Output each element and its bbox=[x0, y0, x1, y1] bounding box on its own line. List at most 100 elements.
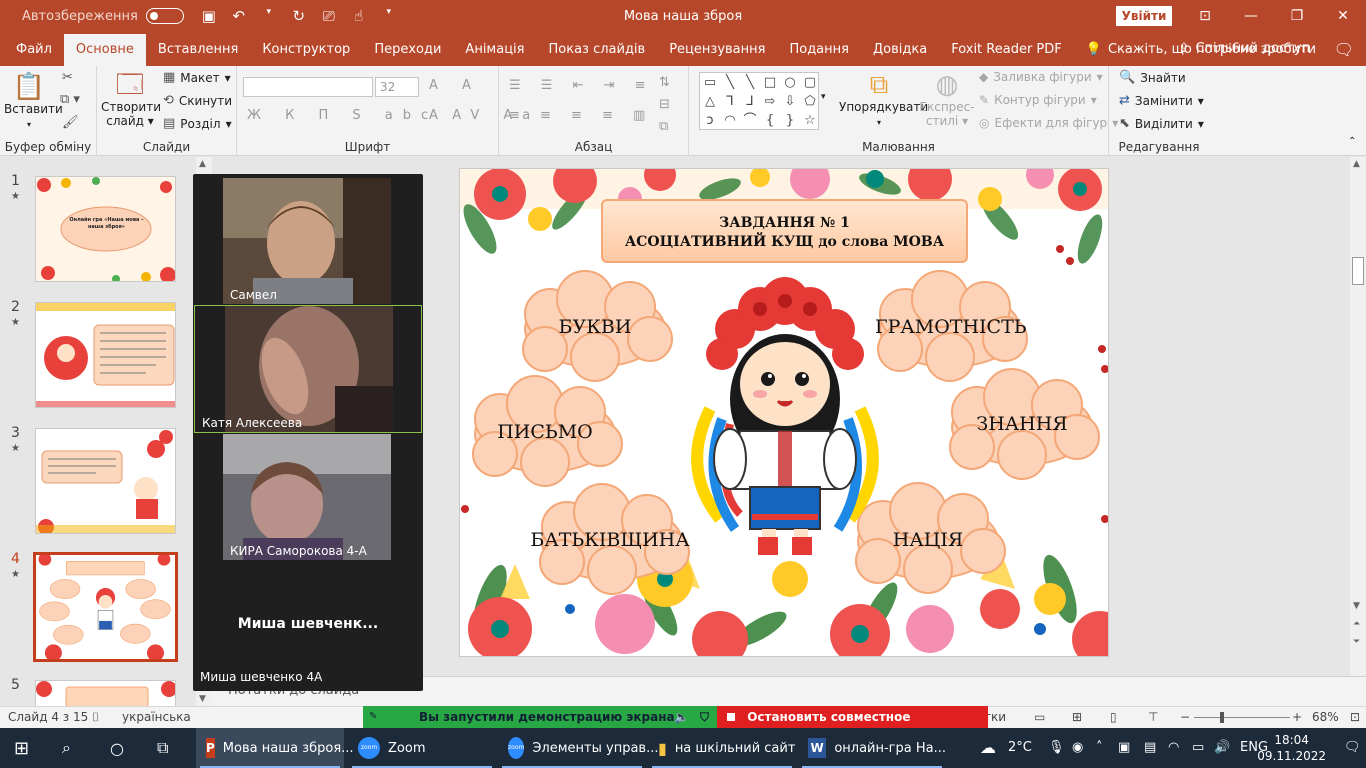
font-color-button[interactable]: A bbox=[429, 108, 448, 123]
previous-slide-icon[interactable]: ⏶ bbox=[1353, 619, 1360, 629]
slideshow-icon[interactable]: ⊤ bbox=[1148, 710, 1158, 724]
pentagon-shape-icon[interactable]: ⬠ bbox=[800, 92, 820, 111]
shapes-more-icon[interactable]: ▾ bbox=[821, 92, 826, 102]
scroll-up-icon[interactable]: ▲ bbox=[199, 159, 206, 169]
taskbar-powerpoint[interactable]: P Мова наша зброя... bbox=[196, 728, 354, 768]
arrow-right-shape-icon[interactable]: ⇨ bbox=[760, 92, 780, 111]
comments-icon[interactable]: 🗨 bbox=[1334, 40, 1354, 59]
wifi-icon[interactable]: ◠ bbox=[1168, 728, 1179, 768]
save-icon[interactable]: ▣ bbox=[200, 7, 218, 25]
brace-close-shape-icon[interactable]: } bbox=[780, 111, 800, 130]
zoom-out-icon[interactable]: − bbox=[1180, 710, 1190, 724]
format-buttons[interactable]: Ж К П S abc AV Aa bbox=[247, 108, 540, 123]
arrange-button[interactable]: ⧉ Упорядкувати ▾ bbox=[839, 70, 928, 130]
spellcheck-icon[interactable]: ⌷ bbox=[92, 710, 99, 725]
clock[interactable]: 18:04 09.11.2022 bbox=[1257, 732, 1326, 764]
weather-icon[interactable]: ☁ bbox=[980, 728, 996, 768]
slide-thumbnail-5[interactable] bbox=[35, 680, 176, 706]
font-name-combo[interactable] bbox=[243, 77, 373, 97]
touch-mode-icon[interactable]: ☝ bbox=[350, 7, 368, 25]
copy-icon[interactable]: ⧉ ▾ bbox=[60, 92, 80, 107]
slide-canvas[interactable]: ЗАВДАННЯ № 1 АСОЦІАТИВНИЙ КУЩ до слова М… bbox=[459, 168, 1109, 657]
triangle-shape-icon[interactable]: △ bbox=[700, 92, 720, 111]
volume-icon[interactable]: 🔊 bbox=[1214, 728, 1230, 768]
rounded-rect-shape-icon[interactable]: ▢ bbox=[800, 73, 820, 92]
close-icon[interactable]: ✕ bbox=[1320, 0, 1366, 32]
arc-shape-icon[interactable]: ◠ bbox=[720, 111, 740, 130]
freeform-shape-icon[interactable]: ↄ bbox=[700, 111, 720, 130]
zoom-level[interactable]: 68% bbox=[1312, 710, 1339, 724]
list-buttons[interactable]: ☰ ☰ ⇤ ⇥ ≡ bbox=[509, 78, 654, 93]
present-icon[interactable]: ⎚ bbox=[320, 7, 338, 25]
weather-temp[interactable]: 2°C bbox=[1008, 728, 1032, 768]
taskbar-explorer[interactable]: ▮ на шкільний сайт bbox=[648, 728, 796, 768]
tab-review[interactable]: Рецензування bbox=[657, 34, 777, 66]
layout-button[interactable]: ▦ Макет ▾ bbox=[163, 70, 231, 85]
quick-styles-button[interactable]: ◍ Експрес- стилі ▾ bbox=[917, 70, 977, 128]
star-shape-icon[interactable]: ☆ bbox=[800, 111, 820, 130]
oval-shape-icon[interactable]: ○ bbox=[780, 73, 800, 92]
find-button[interactable]: 🔍 Знайти bbox=[1119, 70, 1186, 85]
restore-icon[interactable]: ❐ bbox=[1274, 0, 1320, 32]
tab-design[interactable]: Конструктор bbox=[250, 34, 362, 66]
scroll-up-icon[interactable]: ▲ bbox=[1353, 159, 1360, 169]
customize-qat-icon[interactable]: ▾ bbox=[380, 7, 398, 25]
tab-insert[interactable]: Вставлення bbox=[146, 34, 250, 66]
curve-shape-icon[interactable]: ⌒ bbox=[740, 111, 760, 130]
battery-icon[interactable]: ▭ bbox=[1192, 728, 1204, 768]
fit-slide-icon[interactable]: ⊡ bbox=[1350, 710, 1360, 724]
slide-scrollbar[interactable]: ▲ ▼ ⏶ ⏷ bbox=[1350, 157, 1366, 676]
reset-button[interactable]: ⟲ Скинути bbox=[163, 93, 232, 108]
microphone-icon[interactable]: 🎙 bbox=[1048, 728, 1065, 768]
redo-icon[interactable]: ↻ bbox=[290, 7, 308, 25]
line2-shape-icon[interactable]: ╲ bbox=[740, 73, 760, 92]
participant-tile-active-speaker[interactable]: Катя Алексеева bbox=[194, 305, 422, 433]
notifications-icon[interactable]: 🗨 bbox=[1344, 728, 1361, 768]
elbow-shape-icon[interactable]: ⅃ bbox=[740, 92, 760, 111]
undo-icon[interactable]: ↶ bbox=[230, 7, 248, 25]
shapes-gallery[interactable]: ▭ ╲ ╲ □ ○ ▢ △ ⅂ ⅃ ⇨ ⇩ ⬠ ↄ ◠ ⌒{} ☆ bbox=[699, 72, 819, 130]
participant-tile[interactable]: Самвел bbox=[223, 178, 391, 304]
paste-button[interactable]: 📋 Вставити ▾ bbox=[4, 72, 63, 132]
new-slide-button[interactable]: 🗔 Створити слайд ▾ bbox=[101, 70, 161, 128]
taskbar-zoom[interactable]: zoom Zoom bbox=[348, 728, 496, 768]
scroll-down-icon[interactable]: ▼ bbox=[199, 694, 206, 704]
cut-icon[interactable]: ✂ bbox=[62, 70, 73, 85]
scroll-down-icon[interactable]: ▼ bbox=[1353, 601, 1360, 611]
cortana-icon[interactable]: ○ bbox=[110, 728, 124, 768]
reading-view-icon[interactable]: ▯ bbox=[1110, 710, 1117, 724]
scroll-thumb[interactable] bbox=[1352, 257, 1364, 285]
tab-file[interactable]: Файл bbox=[0, 34, 64, 66]
participant-tile[interactable]: КИРА Саморокова 4-А bbox=[223, 434, 391, 560]
tab-help[interactable]: Довідка bbox=[861, 34, 939, 66]
tab-animations[interactable]: Анімація bbox=[453, 34, 536, 66]
font-size-buttons[interactable]: A A bbox=[429, 78, 481, 93]
ribbon-display-options-icon[interactable]: ⊡ bbox=[1182, 0, 1228, 32]
tab-view[interactable]: Подання bbox=[777, 34, 861, 66]
normal-view-icon[interactable]: ▭ bbox=[1034, 710, 1045, 724]
sign-in-button[interactable]: Увійти bbox=[1116, 6, 1172, 26]
slide-thumbnail-4[interactable] bbox=[33, 552, 178, 662]
align-buttons[interactable]: ≡ ≡ ≡ ≡ ▥ bbox=[509, 108, 653, 123]
tab-foxit[interactable]: Foxit Reader PDF bbox=[939, 34, 1074, 66]
chevron-up-icon[interactable]: ˄ bbox=[1096, 728, 1103, 768]
windows-start-icon[interactable]: ⊞ bbox=[14, 728, 29, 768]
slide-thumbnail-2[interactable] bbox=[35, 302, 176, 408]
connector-shape-icon[interactable]: ⅂ bbox=[720, 92, 740, 111]
next-slide-icon[interactable]: ⏷ bbox=[1353, 637, 1360, 647]
language-indicator[interactable]: українська bbox=[122, 710, 191, 724]
zoom-in-icon[interactable]: + bbox=[1292, 710, 1302, 724]
tab-home[interactable]: Основне bbox=[63, 34, 146, 66]
slide-sorter-icon[interactable]: ⊞ bbox=[1072, 710, 1082, 724]
zoom-slider-thumb[interactable] bbox=[1220, 712, 1224, 723]
taskbar-zoom-controls[interactable]: zoom Элементы управ... bbox=[498, 728, 658, 768]
share-button[interactable]: ⇪ Спільний доступ bbox=[1179, 32, 1310, 66]
taskbar-word[interactable]: W онлайн-гра На... bbox=[798, 728, 946, 768]
dropdown-icon[interactable]: ▾ bbox=[260, 7, 278, 25]
arrow-down-shape-icon[interactable]: ⇩ bbox=[780, 92, 800, 111]
tab-transitions[interactable]: Переходи bbox=[362, 34, 453, 66]
font-size-combo[interactable]: 32 bbox=[375, 77, 419, 97]
task-view-icon[interactable]: ⧉ bbox=[157, 728, 168, 768]
format-painter-icon[interactable]: 🖌 bbox=[62, 115, 79, 130]
textbox-shape-icon[interactable]: ▭ bbox=[700, 73, 720, 92]
